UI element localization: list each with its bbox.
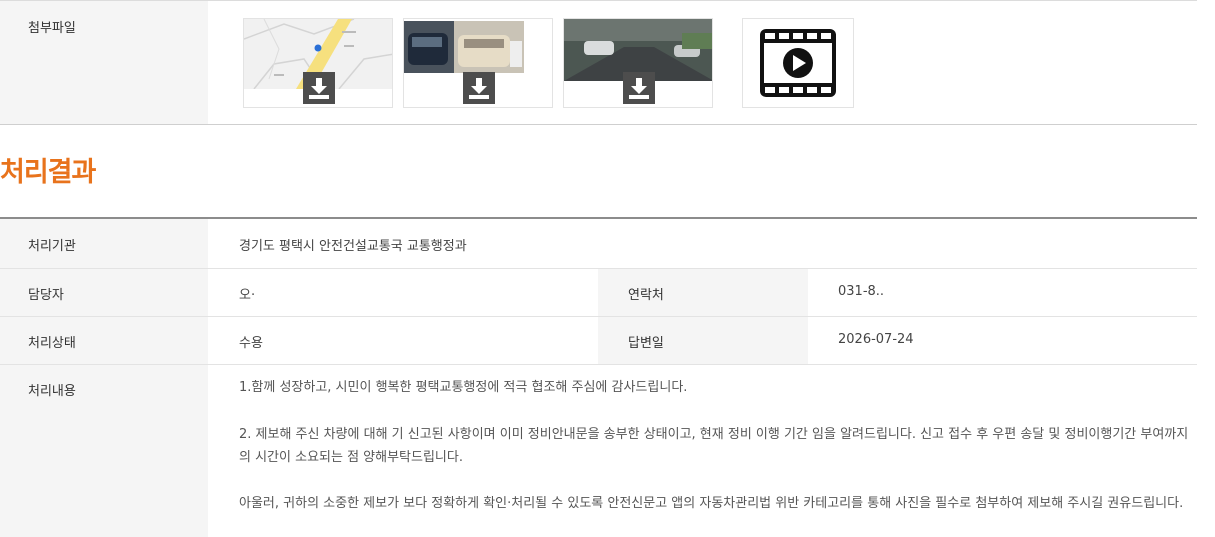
reply-date-value: 2026-07-24 <box>838 332 914 347</box>
attachment-car-thumbnail[interactable] <box>403 18 553 108</box>
contact-label: 연락처 <box>628 288 664 303</box>
agency-label: 처리기관 <box>28 239 76 254</box>
contact-value: 031-8.. <box>838 284 885 299</box>
manager-label: 담당자 <box>28 288 64 303</box>
status-value: 수용 <box>239 336 263 351</box>
video-file-icon <box>760 29 836 97</box>
attachments-label: 첨부파일 <box>28 21 76 36</box>
attachment-video-thumbnail[interactable] <box>742 18 854 108</box>
attachments-divider <box>0 124 1197 125</box>
car-photo <box>404 21 524 73</box>
content-paragraph-1: 1.함께 성장하고, 시민이 행복한 평택교통행정에 적극 협조해 주심에 감사… <box>239 380 688 395</box>
result-section-title: 처리결과 <box>0 157 96 188</box>
download-icon[interactable] <box>303 72 335 104</box>
attachment-dashcam-thumbnail[interactable] <box>563 18 713 108</box>
download-icon[interactable] <box>463 72 495 104</box>
status-label: 처리상태 <box>28 336 76 351</box>
content-paragraph-3: 아울러, 귀하의 소중한 제보가 보다 정확하게 확인·처리될 수 있도록 안전… <box>239 496 1184 511</box>
content-label: 처리내용 <box>28 384 76 399</box>
manager-value: 오· <box>239 288 256 303</box>
content-paragraph-2: 2. 제보해 주신 차량에 대해 기 신고된 사항이며 이미 정비안내문을 송부… <box>239 427 1189 465</box>
attachment-map-thumbnail[interactable] <box>243 18 393 108</box>
download-icon[interactable] <box>623 72 655 104</box>
reply-date-label: 답변일 <box>628 336 664 351</box>
agency-value: 경기도 평택시 안전건설교통국 교통행정과 <box>239 239 467 254</box>
